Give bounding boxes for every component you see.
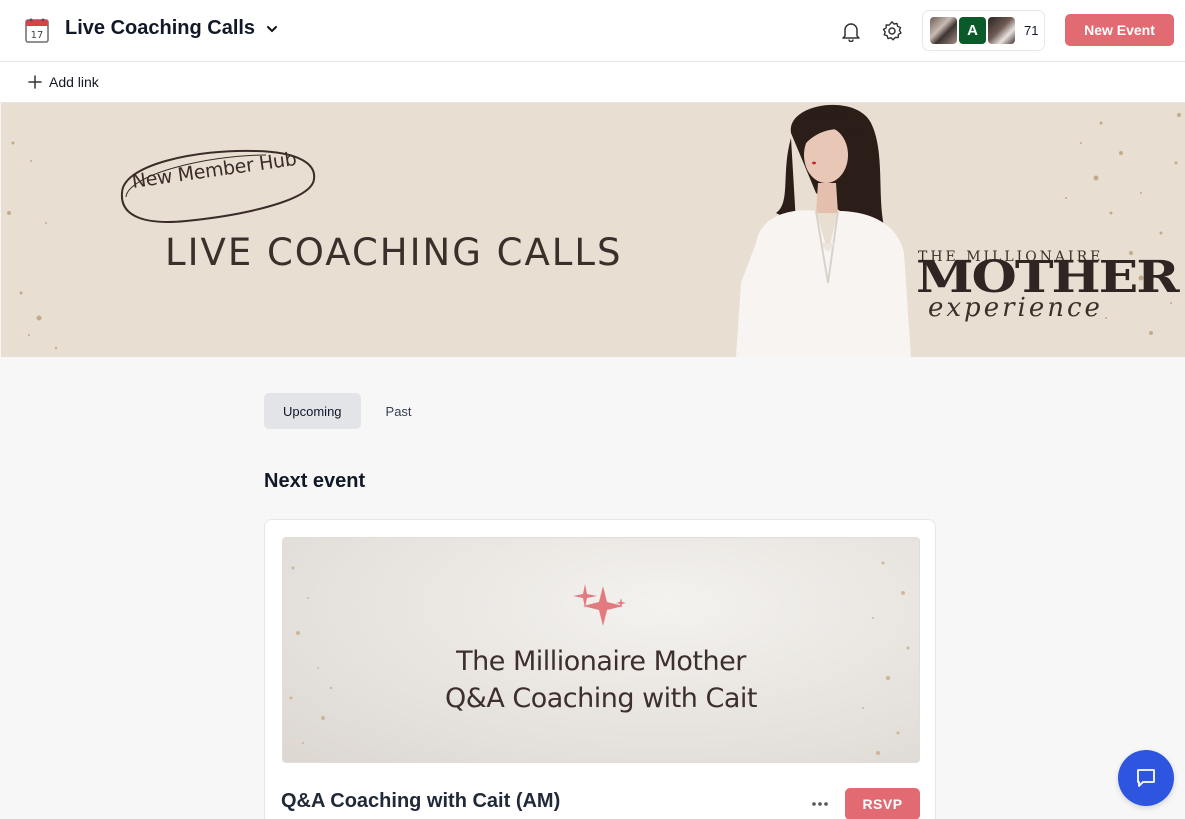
avatar (930, 17, 957, 44)
event-title[interactable]: Q&A Coaching with Cait (AM) (281, 790, 560, 813)
new-event-button[interactable]: New Event (1065, 14, 1174, 46)
top-bar: 17 Live Coaching Calls A 71 New Event (0, 0, 1185, 62)
rsvp-button[interactable]: RSVP (845, 788, 920, 819)
tab-upcoming[interactable]: Upcoming (264, 393, 361, 429)
gear-icon[interactable] (881, 20, 903, 42)
section-title: Next event (264, 470, 366, 492)
avatar (988, 17, 1015, 44)
banner-headline: LIVE COACHING CALLS (165, 231, 623, 274)
cover-line1: The Millionaire Mother (456, 646, 746, 677)
tab-past[interactable]: Past (367, 393, 431, 429)
space-title-dropdown[interactable]: Live Coaching Calls (65, 17, 279, 40)
add-link-label: Add link (49, 74, 99, 90)
cover-banner: New Member Hub LIVE COACHING CALLS THE M… (1, 103, 1185, 357)
cover-line2: Q&A Coaching with Cait (445, 683, 757, 714)
event-tabs: Upcoming Past (264, 393, 431, 429)
brand-line3: experience (928, 293, 1103, 323)
event-card[interactable]: The Millionaire Mother Q&A Coaching with… (264, 519, 936, 819)
more-options-icon[interactable] (810, 792, 830, 816)
chat-icon (1137, 769, 1155, 787)
event-cover-image: The Millionaire Mother Q&A Coaching with… (282, 537, 920, 763)
bell-icon[interactable] (840, 20, 862, 42)
add-link-button[interactable]: Add link (28, 74, 99, 90)
members-count: 71 (1024, 23, 1039, 38)
avatar: A (959, 17, 986, 44)
chevron-down-icon (267, 25, 278, 32)
page-title: Live Coaching Calls (65, 17, 256, 39)
members-avatars[interactable]: A 71 (922, 10, 1045, 51)
portrait-image (736, 104, 911, 357)
link-bar: Add link (0, 62, 1185, 103)
plus-icon (28, 75, 42, 89)
calendar-icon: 17 (25, 18, 49, 43)
chat-launcher-button[interactable] (1118, 750, 1174, 806)
svg-text:17: 17 (31, 30, 44, 41)
